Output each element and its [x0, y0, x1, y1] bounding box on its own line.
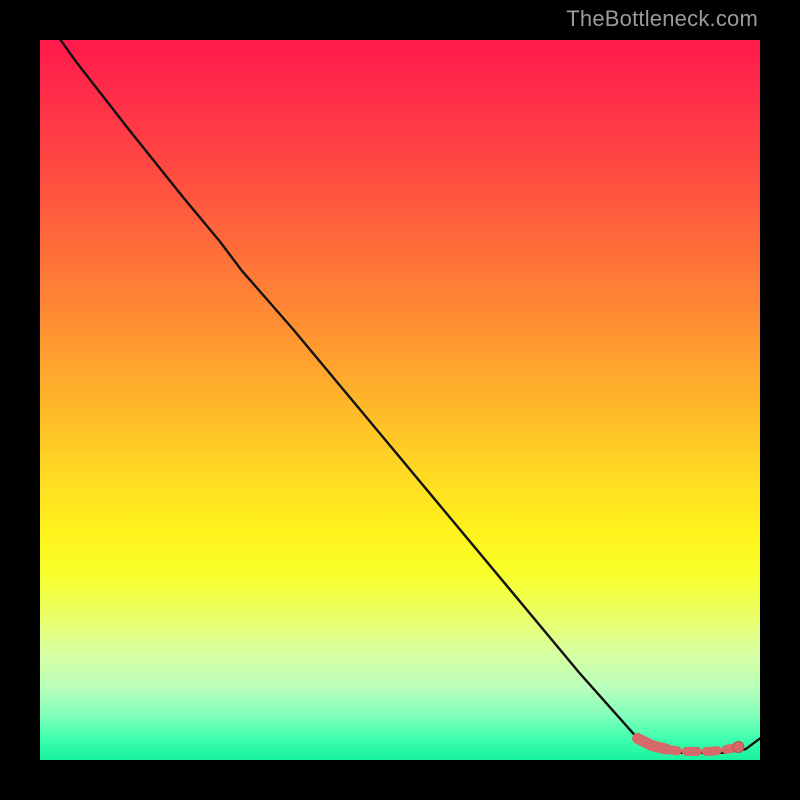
heat-gradient-background	[40, 40, 760, 760]
plot-area	[40, 40, 760, 760]
watermark-text: TheBottleneck.com	[566, 6, 758, 32]
chart-stage: TheBottleneck.com	[0, 0, 800, 800]
